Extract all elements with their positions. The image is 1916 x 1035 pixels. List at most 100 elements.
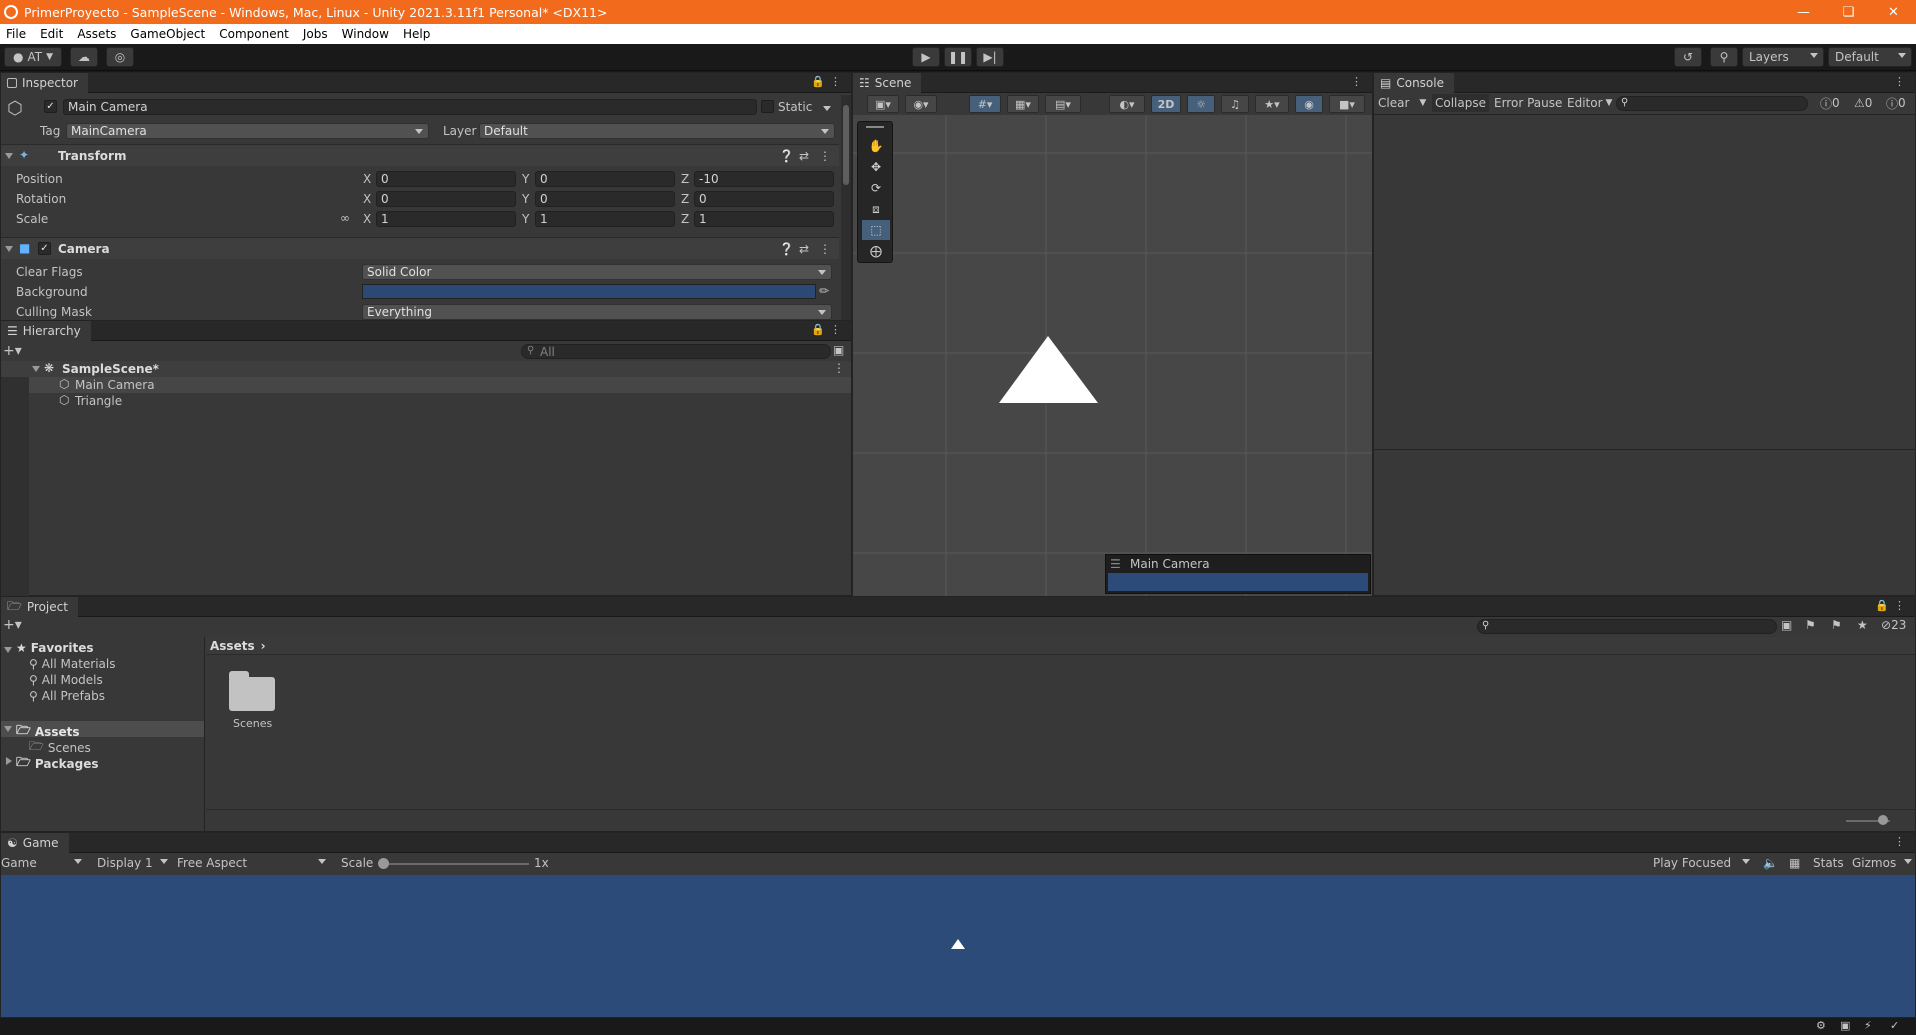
minimize-icon[interactable]: — xyxy=(1781,0,1826,24)
search-button[interactable]: ⚲ xyxy=(1710,47,1738,67)
icon-size-slider-thumb[interactable] xyxy=(1878,815,1888,825)
more-icon[interactable]: ⋮ xyxy=(1894,75,1905,88)
presets-icon[interactable]: ⇄ xyxy=(799,242,809,256)
tab-scene[interactable]: ☷ Scene xyxy=(853,73,922,93)
chevron-down-icon[interactable] xyxy=(823,106,831,111)
lock-icon[interactable]: 🔒 xyxy=(811,323,825,336)
tab-console[interactable]: ▤ Console xyxy=(1374,73,1454,93)
drag-handle-icon[interactable] xyxy=(866,126,884,128)
draw-mode-dropdown[interactable]: ▣▾ xyxy=(867,95,899,113)
more-icon[interactable]: ⋮ xyxy=(819,242,831,256)
scale-y-field[interactable]: 1 xyxy=(535,211,675,227)
scale-x-field[interactable]: 1 xyxy=(376,211,516,227)
hand-tool-icon[interactable]: ✋ xyxy=(862,136,890,156)
more-icon[interactable]: ⋮ xyxy=(819,149,831,163)
log-toggle[interactable]: ⓘ 0 xyxy=(1820,94,1840,112)
lock-icon[interactable]: 🔒 xyxy=(1875,599,1889,612)
play-focused-dropdown[interactable]: Play Focused xyxy=(1653,854,1755,872)
position-y-field[interactable]: 0 xyxy=(535,171,675,187)
camera-enabled-checkbox[interactable]: ✓ xyxy=(38,242,51,255)
keyboard-shortcuts-icon[interactable]: ▦ xyxy=(1789,854,1800,872)
menu-help[interactable]: Help xyxy=(403,27,430,41)
camera-settings-button[interactable]: ■▾ xyxy=(1329,95,1365,113)
hierarchy-item[interactable]: ⬡ Triangle xyxy=(29,393,851,409)
scale-tool-icon[interactable]: ⧈ xyxy=(862,199,890,219)
presets-icon[interactable]: ⇄ xyxy=(799,149,809,163)
lighting-button[interactable]: ☼ xyxy=(1187,95,1215,113)
active-checkbox[interactable]: ✓ xyxy=(44,100,57,113)
help-icon[interactable]: ❔ xyxy=(779,242,794,256)
layout-dropdown[interactable]: Default xyxy=(1828,47,1912,67)
console-search-input[interactable]: ⚲ xyxy=(1616,96,1808,111)
camera-header[interactable]: ■ ✓ Camera ❔ ⇄ ⋮ xyxy=(1,237,839,259)
background-color-swatch[interactable] xyxy=(362,284,816,299)
favorite-item[interactable]: ⚲ All Models xyxy=(29,673,103,687)
help-icon[interactable]: ❔ xyxy=(779,149,794,163)
tab-game[interactable]: ☯ Game xyxy=(1,833,69,853)
editor-dropdown[interactable]: Editor ▼ xyxy=(1567,94,1612,112)
rotation-z-field[interactable]: 0 xyxy=(694,191,834,207)
favorites-item[interactable]: ★ Favorites xyxy=(16,641,93,655)
close-icon[interactable]: ✕ xyxy=(1871,0,1916,24)
eyedropper-icon[interactable]: ✏ xyxy=(819,284,829,298)
mute-audio-icon[interactable]: 🔈 xyxy=(1763,854,1778,872)
tag-dropdown[interactable]: MainCamera xyxy=(66,123,429,139)
hierarchy-search-input[interactable]: ⚲ All xyxy=(521,344,831,359)
cloud-button[interactable]: ☁ xyxy=(70,47,98,67)
menu-assets[interactable]: Assets xyxy=(77,27,116,41)
step-button[interactable]: ▶| xyxy=(976,47,1004,67)
menu-jobs[interactable]: Jobs xyxy=(303,27,328,41)
breadcrumb-assets[interactable]: Assets › xyxy=(210,639,266,653)
global-dropdown[interactable]: ◉▾ xyxy=(905,95,937,113)
culling-mask-dropdown[interactable]: Everything xyxy=(362,304,832,320)
maximize-icon[interactable]: ❏ xyxy=(1826,0,1871,24)
constrain-proportions-icon[interactable]: ∞ xyxy=(340,211,350,225)
more-icon[interactable]: ⋮ xyxy=(833,361,845,375)
position-x-field[interactable]: 0 xyxy=(376,171,516,187)
rotation-x-field[interactable]: 0 xyxy=(376,191,516,207)
scene-row[interactable]: ❋ SampleScene* ⋮ xyxy=(1,361,851,377)
folder-tile[interactable]: Scenes xyxy=(219,667,283,737)
play-button[interactable]: ▶ xyxy=(912,47,940,67)
menu-edit[interactable]: Edit xyxy=(40,27,63,41)
tab-project[interactable]: 🗁 Project xyxy=(1,597,78,617)
bug-icon[interactable]: ⚙ xyxy=(1816,1019,1826,1032)
menu-gameobject[interactable]: GameObject xyxy=(130,27,205,41)
error-toggle[interactable]: ⓘ 0 xyxy=(1886,94,1906,112)
transform-tool-icon[interactable]: ⨁ xyxy=(862,241,890,261)
project-search-input[interactable]: ⚲ xyxy=(1477,619,1777,634)
grid-snap-button[interactable]: #▾ xyxy=(969,95,1001,113)
check-icon[interactable]: ✓ xyxy=(1890,1019,1899,1032)
hidden-packages-icon[interactable]: ⊘23 xyxy=(1881,618,1906,632)
network-icon[interactable]: ⚡ xyxy=(1864,1019,1872,1032)
clear-flags-dropdown[interactable]: Solid Color xyxy=(362,264,832,280)
error-pause-button[interactable]: Error Pause xyxy=(1494,94,1562,112)
rect-tool-icon[interactable]: ⬚ xyxy=(862,220,890,240)
tab-hierarchy[interactable]: ☰ Hierarchy xyxy=(1,321,91,341)
hierarchy-item[interactable]: ⬡ Main Camera xyxy=(29,377,851,393)
collab-button[interactable]: ◎ xyxy=(106,47,134,67)
snap-increment-button[interactable]: ▦▾ xyxy=(1007,95,1039,113)
pause-button[interactable]: ❚❚ xyxy=(944,47,972,67)
mode-2d-button[interactable]: 2D xyxy=(1151,95,1181,113)
game-mode-dropdown[interactable]: Game xyxy=(1,854,87,872)
grid-visibility-button[interactable]: ▤▾ xyxy=(1045,95,1081,113)
favorite-item[interactable]: ⚲ All Materials xyxy=(29,657,116,671)
display-dropdown[interactable]: Display 1 xyxy=(97,854,173,872)
scale-slider-track[interactable] xyxy=(381,863,529,865)
position-z-field[interactable]: -10 xyxy=(694,171,834,187)
gizmos-dropdown[interactable]: Gizmos xyxy=(1852,854,1912,872)
scale-slider-thumb[interactable] xyxy=(378,858,389,869)
rotation-y-field[interactable]: 0 xyxy=(535,191,675,207)
add-icon[interactable]: +▾ xyxy=(3,343,22,359)
aspect-dropdown[interactable]: Free Aspect xyxy=(177,854,331,872)
game-viewport[interactable] xyxy=(1,875,1915,1017)
rotate-tool-icon[interactable]: ⟳ xyxy=(862,178,890,198)
collapse-button[interactable]: Collapse xyxy=(1432,94,1489,112)
layers-dropdown[interactable]: Layers xyxy=(1742,47,1824,67)
scene-viewport[interactable] xyxy=(853,115,1372,596)
layer-dropdown[interactable]: Default xyxy=(479,123,835,139)
drag-handle-icon[interactable]: ☰ xyxy=(1110,557,1121,571)
history-button[interactable]: ↺ xyxy=(1674,47,1702,67)
inspector-scrollbar[interactable] xyxy=(841,95,851,320)
